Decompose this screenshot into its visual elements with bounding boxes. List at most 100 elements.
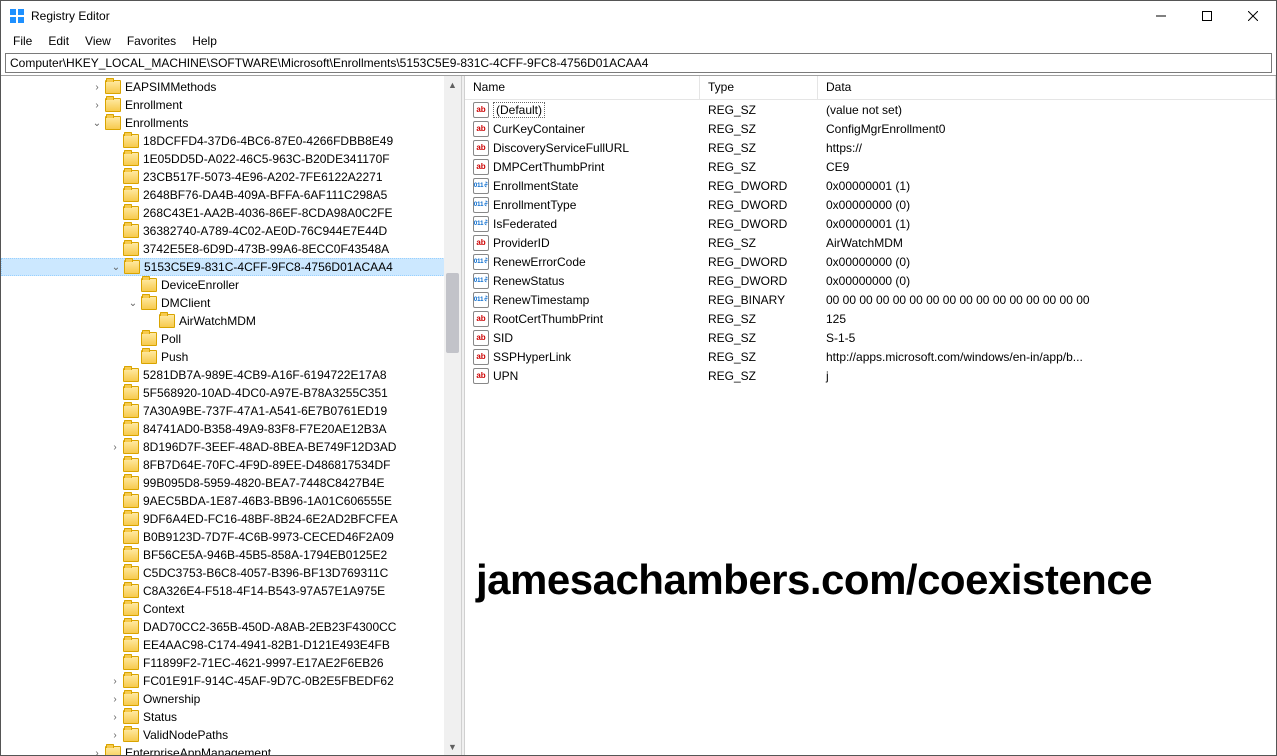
tree-node[interactable]: 2648BF76-DA4B-409A-BFFA-6AF111C298A5 [1,186,461,204]
tree-pane[interactable]: EAPSIMMethodsEnrollmentEnrollments18DCFF… [1,76,461,755]
address-input[interactable] [6,54,1271,72]
tree-node[interactable]: 23CB517F-5073-4E96-A202-7FE6122A2271 [1,168,461,186]
chevron-right-icon[interactable] [109,442,121,453]
value-row[interactable]: EnrollmentTypeREG_DWORD0x00000000 (0) [465,195,1276,214]
folder-icon [123,656,139,670]
folder-icon [123,728,139,742]
menu-help[interactable]: Help [184,32,225,50]
tree-node[interactable]: EAPSIMMethods [1,78,461,96]
tree-node[interactable]: C8A326E4-F518-4F14-B543-97A57E1A975E [1,582,461,600]
tree-node[interactable]: ValidNodePaths [1,726,461,744]
tree-node[interactable]: 8D196D7F-3EEF-48AD-8BEA-BE749F12D3AD [1,438,461,456]
folder-icon [105,746,121,755]
value-row[interactable]: EnrollmentStateREG_DWORD0x00000001 (1) [465,176,1276,195]
menu-view[interactable]: View [77,32,119,50]
value-type: REG_SZ [700,103,818,117]
tree-node-label: ValidNodePaths [143,728,228,742]
tree-node[interactable]: 268C43E1-AA2B-4036-86EF-8CDA98A0C2FE [1,204,461,222]
tree-node[interactable]: Poll [1,330,461,348]
tree-node[interactable]: EnterpriseAppManagement [1,744,461,755]
value-row[interactable]: DiscoveryServiceFullURLREG_SZhttps:// [465,138,1276,157]
chevron-right-icon[interactable] [91,100,103,111]
value-row[interactable]: RootCertThumbPrintREG_SZ125 [465,309,1276,328]
binary-value-icon [473,216,489,232]
value-name: DiscoveryServiceFullURL [493,141,629,155]
tree-node-label: C8A326E4-F518-4F14-B543-97A57E1A975E [143,584,385,598]
string-value-icon [473,102,489,118]
tree-node[interactable]: Push [1,348,461,366]
value-row[interactable]: ProviderIDREG_SZAirWatchMDM [465,233,1276,252]
tree-node[interactable]: AirWatchMDM [1,312,461,330]
tree-node[interactable]: 9DF6A4ED-FC16-48BF-8B24-6E2AD2BFCFEA [1,510,461,528]
value-row[interactable]: CurKeyContainerREG_SZConfigMgrEnrollment… [465,119,1276,138]
tree-node-label: 1E05DD5D-A022-46C5-963C-B20DE341170F [143,152,390,166]
tree-node[interactable]: F11899F2-71EC-4621-9997-E17AE2F6EB26 [1,654,461,672]
menu-favorites[interactable]: Favorites [119,32,184,50]
tree-node[interactable]: 1E05DD5D-A022-46C5-963C-B20DE341170F [1,150,461,168]
value-row[interactable]: IsFederatedREG_DWORD0x00000001 (1) [465,214,1276,233]
tree-node[interactable]: EE4AAC98-C174-4941-82B1-D121E493E4FB [1,636,461,654]
tree-node[interactable]: DeviceEnroller [1,276,461,294]
tree-node[interactable]: 9AEC5BDA-1E87-46B3-BB96-1A01C606555E [1,492,461,510]
tree-node[interactable]: Status [1,708,461,726]
maximize-button[interactable] [1184,1,1230,31]
col-data[interactable]: Data [818,76,1276,99]
tree-node[interactable]: 5281DB7A-989E-4CB9-A16F-6194722E17A8 [1,366,461,384]
tree-node[interactable]: DMClient [1,294,461,312]
tree-node[interactable]: B0B9123D-7D7F-4C6B-9973-CECED46F2A09 [1,528,461,546]
menu-edit[interactable]: Edit [40,32,77,50]
scroll-up-icon[interactable]: ▲ [444,76,461,93]
tree-node[interactable]: Enrollments [1,114,461,132]
value-row[interactable]: RenewTimestampREG_BINARY00 00 00 00 00 0… [465,290,1276,309]
value-row[interactable]: RenewStatusREG_DWORD0x00000000 (0) [465,271,1276,290]
value-row[interactable]: (Default)REG_SZ(value not set) [465,100,1276,119]
chevron-right-icon[interactable] [109,712,121,723]
chevron-right-icon[interactable] [91,82,103,93]
tree-node[interactable]: DAD70CC2-365B-450D-A8AB-2EB23F4300CC [1,618,461,636]
chevron-right-icon[interactable] [109,730,121,741]
tree-node[interactable]: Enrollment [1,96,461,114]
tree-node[interactable]: 18DCFFD4-37D6-4BC6-87E0-4266FDBB8E49 [1,132,461,150]
tree-node[interactable]: 8FB7D64E-70FC-4F9D-89EE-D486817534DF [1,456,461,474]
chevron-right-icon[interactable] [109,676,121,687]
col-name[interactable]: Name [465,76,700,99]
close-button[interactable] [1230,1,1276,31]
minimize-button[interactable] [1138,1,1184,31]
value-row[interactable]: DMPCertThumbPrintREG_SZCE9 [465,157,1276,176]
chevron-right-icon[interactable] [91,748,103,756]
value-row[interactable]: RenewErrorCodeREG_DWORD0x00000000 (0) [465,252,1276,271]
tree-node[interactable]: Context [1,600,461,618]
tree-node-label: Context [143,602,184,616]
value-data: S-1-5 [818,331,1276,345]
string-value-icon [473,121,489,137]
tree-node-label: Poll [161,332,181,346]
tree-node[interactable]: 7A30A9BE-737F-47A1-A541-6E7B0761ED19 [1,402,461,420]
tree-node[interactable]: Ownership [1,690,461,708]
string-value-icon [473,311,489,327]
chevron-down-icon[interactable] [91,118,103,129]
scroll-thumb[interactable] [446,273,459,353]
tree-node[interactable]: C5DC3753-B6C8-4057-B396-BF13D769311C [1,564,461,582]
scroll-down-icon[interactable]: ▼ [444,738,461,755]
chevron-down-icon[interactable] [110,262,122,273]
value-row[interactable]: UPNREG_SZj [465,366,1276,385]
tree-node[interactable]: 36382740-A789-4C02-AE0D-76C944E7E44D [1,222,461,240]
chevron-down-icon[interactable] [127,298,139,309]
tree-node[interactable]: 84741AD0-B358-49A9-83F8-F7E20AE12B3A [1,420,461,438]
splitter[interactable] [461,76,465,755]
folder-icon [123,404,139,418]
tree-node[interactable]: 99B095D8-5959-4820-BEA7-7448C8427B4E [1,474,461,492]
value-row[interactable]: SSPHyperLinkREG_SZhttp://apps.microsoft.… [465,347,1276,366]
tree-node[interactable]: 5F568920-10AD-4DC0-A97E-B78A3255C351 [1,384,461,402]
tree-node[interactable]: FC01E91F-914C-45AF-9D7C-0B2E5FBEDF62 [1,672,461,690]
tree-node[interactable]: 3742E5E8-6D9D-473B-99A6-8ECC0F43548A [1,240,461,258]
tree-scrollbar[interactable]: ▲ ▼ [444,76,461,755]
tree-node[interactable]: BF56CE5A-946B-45B5-858A-1794EB0125E2 [1,546,461,564]
folder-icon [141,332,157,346]
col-type[interactable]: Type [700,76,818,99]
chevron-right-icon[interactable] [109,694,121,705]
menu-file[interactable]: File [5,32,40,50]
value-row[interactable]: SIDREG_SZS-1-5 [465,328,1276,347]
folder-icon [123,386,139,400]
tree-node-selected[interactable]: 5153C5E9-831C-4CFF-9FC8-4756D01ACAA4 [1,258,461,276]
